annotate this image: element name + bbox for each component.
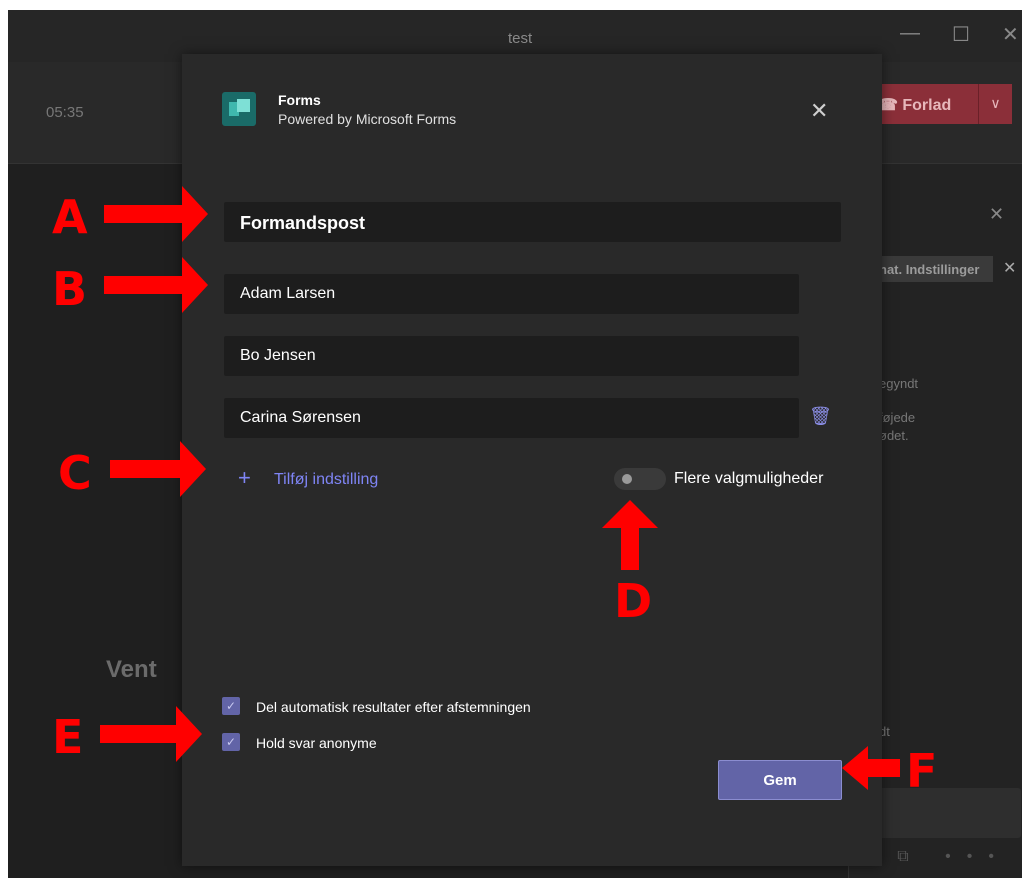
arrow-c-icon [110,441,206,497]
annotation-arrows [100,186,900,790]
annotation-label-b: B [52,262,88,316]
arrow-e-icon [100,706,202,762]
arrow-f-icon [842,746,900,790]
annotation-label-c: C [58,446,92,500]
annotation-label-d: D [614,574,653,628]
arrow-d-icon [602,500,658,570]
annotation-label-e: E [52,710,84,764]
arrow-a-icon [104,186,208,242]
annotation-label-a: A [52,190,88,244]
arrow-b-icon [104,257,208,313]
annotation-label-f: F [906,744,938,798]
